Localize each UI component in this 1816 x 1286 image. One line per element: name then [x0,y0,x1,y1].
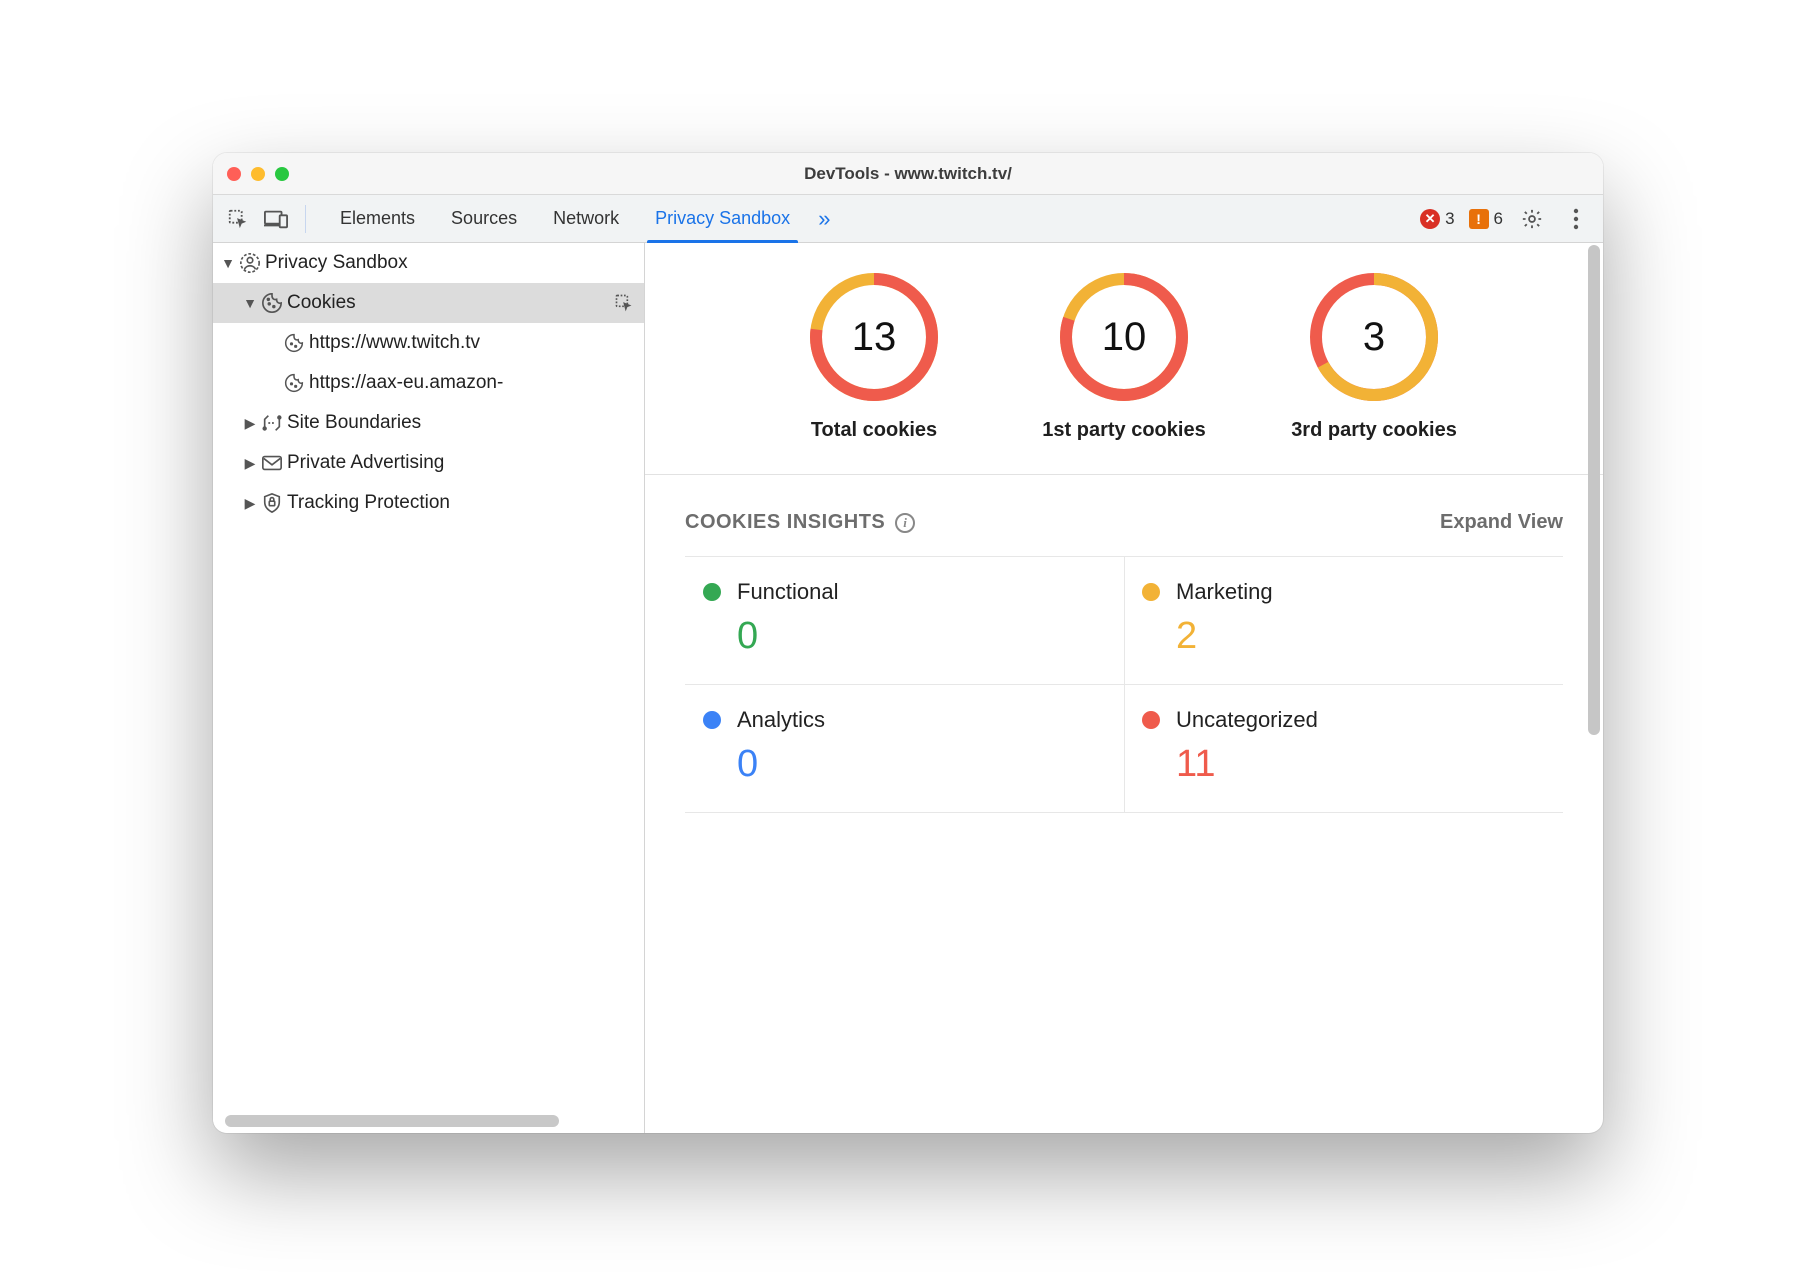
tab-privacy-sandbox[interactable]: Privacy Sandbox [637,195,808,242]
horizontal-scrollbar[interactable] [225,1115,605,1127]
traffic-lights [227,167,289,181]
sidebar-item-label: Cookies [287,292,356,314]
more-options-icon[interactable] [1561,204,1591,234]
cookie-summary-rings: 13 Total cookies 10 1st party cookies 3 … [645,243,1603,475]
sidebar-item-site-boundaries[interactable]: ▶ Site Boundaries [213,403,644,443]
cookie-icon [281,373,307,393]
insight-value: 2 [1176,615,1545,658]
sidebar-item-label: Private Advertising [287,452,444,474]
chevron-right-icon: ▶ [241,415,259,432]
category-dot-icon [1142,583,1160,601]
category-dot-icon [1142,711,1160,729]
chevron-down-icon: ▼ [219,255,237,271]
info-icon[interactable]: i [895,513,915,533]
device-toolbar-icon[interactable] [259,202,293,236]
settings-icon[interactable] [1517,204,1547,234]
ring-value: 10 [1058,271,1190,403]
insight-cell[interactable]: Marketing 2 [1124,557,1563,685]
tab-network[interactable]: Network [535,195,637,242]
insights-title: COOKIES INSIGHTS i [685,511,915,534]
error-icon: ✕ [1420,209,1440,229]
sidebar-item-label: Tracking Protection [287,492,450,514]
ring-label: Total cookies [811,417,937,444]
chevron-right-icon: ▶ [241,455,259,472]
ring-value: 13 [808,271,940,403]
close-icon[interactable] [227,167,241,181]
insight-value: 11 [1176,743,1545,786]
ring-label: 1st party cookies [1042,417,1205,444]
insight-label: Functional [737,579,839,605]
inspect-element-icon[interactable] [221,202,255,236]
mail-icon [259,454,285,472]
sidebar-item-label: https://aax-eu.amazon- [309,372,503,394]
expand-view-button[interactable]: Expand View [1440,511,1563,534]
ring-value: 3 [1308,271,1440,403]
category-dot-icon [703,583,721,601]
sidebar-item-privacy-sandbox[interactable]: ▼ Privacy Sandbox [213,243,644,283]
panel-tabs: Elements Sources Network Privacy Sandbox… [322,195,840,242]
vertical-scrollbar[interactable] [1585,243,1603,1133]
sidebar-item-cookies[interactable]: ▼ Cookies [213,283,644,323]
donut-chart: 3 [1308,271,1440,403]
shield-lock-icon [259,492,285,514]
sidebar: ▼ Privacy Sandbox ▼ Cookies [213,243,645,1133]
insight-cell[interactable]: Functional 0 [685,557,1125,685]
summary-ring: 10 1st party cookies [1029,271,1219,444]
cookie-icon [259,292,285,314]
warnings-count: 6 [1494,209,1503,229]
chevron-right-icon: ▶ [241,495,259,512]
chevron-down-icon: ▼ [241,295,259,311]
cookies-insights-section: COOKIES INSIGHTS i Expand View Functiona… [645,475,1603,813]
devtools-toolbar: Elements Sources Network Privacy Sandbox… [213,195,1603,243]
ring-label: 3rd party cookies [1291,417,1457,444]
errors-badge[interactable]: ✕ 3 [1420,209,1454,229]
main-panel: 13 Total cookies 10 1st party cookies 3 … [645,243,1603,1133]
titlebar: DevTools - www.twitch.tv/ [213,153,1603,195]
donut-chart: 10 [1058,271,1190,403]
sidebar-item-origin[interactable]: https://aax-eu.amazon- [213,363,644,403]
errors-count: 3 [1445,209,1454,229]
sidebar-item-tracking-protection[interactable]: ▶ Tracking Protection [213,483,644,523]
insight-cell[interactable]: Analytics 0 [685,685,1125,813]
sidebar-item-label: Site Boundaries [287,412,421,434]
insight-value: 0 [737,743,1106,786]
insight-value: 0 [737,615,1106,658]
sidebar-item-label: Privacy Sandbox [265,252,408,274]
donut-chart: 13 [808,271,940,403]
person-circle-icon [237,252,263,274]
summary-ring: 3 3rd party cookies [1279,271,1469,444]
zoom-icon[interactable] [275,167,289,181]
devtools-window: DevTools - www.twitch.tv/ Elements Sourc… [213,153,1603,1133]
insight-cell[interactable]: Uncategorized 11 [1124,685,1563,813]
sidebar-item-origin[interactable]: https://www.twitch.tv [213,323,644,363]
tab-elements[interactable]: Elements [322,195,433,242]
summary-ring: 13 Total cookies [779,271,969,444]
cookie-icon [281,333,307,353]
sidebar-item-label: https://www.twitch.tv [309,332,480,354]
sidebar-item-private-advertising[interactable]: ▶ Private Advertising [213,443,644,483]
category-dot-icon [703,711,721,729]
insight-label: Marketing [1176,579,1273,605]
toolbar-separator [305,205,306,233]
insight-label: Analytics [737,707,825,733]
select-element-icon[interactable] [614,293,634,313]
window-title: DevTools - www.twitch.tv/ [213,164,1603,184]
site-boundaries-icon [259,412,285,434]
warning-icon: ! [1469,209,1489,229]
insight-label: Uncategorized [1176,707,1318,733]
tab-sources[interactable]: Sources [433,195,535,242]
insights-grid: Functional 0 Marketing 2 Analytics 0 Unc… [685,556,1563,813]
more-tabs-button[interactable]: » [808,195,840,242]
minimize-icon[interactable] [251,167,265,181]
warnings-badge[interactable]: ! 6 [1469,209,1503,229]
